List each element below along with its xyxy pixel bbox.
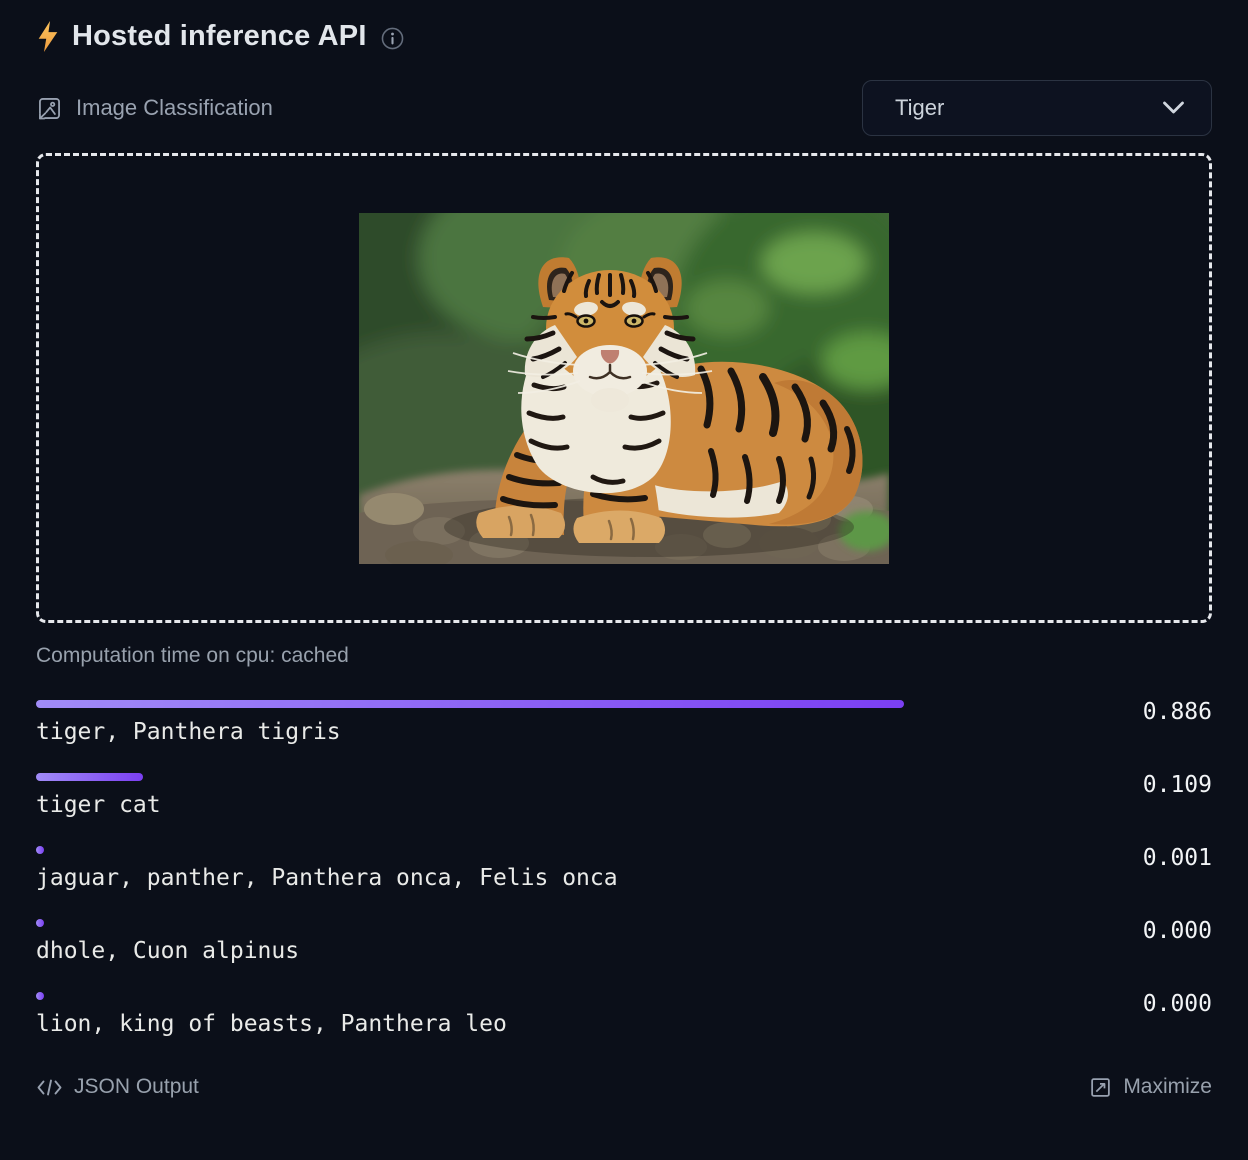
- computation-time: Computation time on cpu: cached: [36, 644, 1212, 668]
- image-classification-icon: [36, 95, 63, 122]
- result-label: lion, king of beasts, Panthera leo: [36, 1011, 1016, 1037]
- result-bar-and-label: tiger cat: [36, 773, 1016, 818]
- result-bar: [36, 700, 904, 708]
- result-label: tiger, Panthera tigris: [36, 719, 1016, 745]
- result-label: jaguar, panther, Panthera onca, Felis on…: [36, 865, 1016, 891]
- result-bar: [36, 846, 44, 854]
- maximize-button[interactable]: Maximize: [1089, 1075, 1212, 1099]
- json-output-label: JSON Output: [74, 1075, 199, 1099]
- result-score: 0.000: [1016, 918, 1212, 944]
- footer: JSON Output Maximize: [36, 1075, 1212, 1099]
- json-output-button[interactable]: JSON Output: [36, 1075, 199, 1099]
- task-label-group: Image Classification: [36, 95, 273, 122]
- result-score: 0.000: [1016, 991, 1212, 1017]
- result-label: dhole, Cuon alpinus: [36, 938, 1016, 964]
- result-row: tiger cat 0.109: [36, 773, 1212, 818]
- results-list: tiger, Panthera tigris 0.886 tiger cat 0…: [36, 700, 1212, 1037]
- task-label: Image Classification: [76, 95, 273, 121]
- result-bar-and-label: jaguar, panther, Panthera onca, Felis on…: [36, 846, 1016, 891]
- header: Hosted inference API: [36, 20, 1212, 53]
- tiger-photo: [359, 213, 889, 564]
- result-bar-and-label: dhole, Cuon alpinus: [36, 919, 1016, 964]
- page-title: Hosted inference API: [72, 20, 367, 53]
- lightning-bolt-icon: [36, 21, 61, 52]
- info-icon[interactable]: [381, 27, 404, 50]
- result-bar-and-label: lion, king of beasts, Panthera leo: [36, 992, 1016, 1037]
- task-row: Image Classification Tiger: [36, 79, 1212, 137]
- code-icon: [36, 1077, 63, 1098]
- result-bar: [36, 992, 44, 1000]
- result-bar: [36, 919, 44, 927]
- result-bar-and-label: tiger, Panthera tigris: [36, 700, 1016, 745]
- result-row: dhole, Cuon alpinus 0.000: [36, 919, 1212, 964]
- result-row: tiger, Panthera tigris 0.886: [36, 700, 1212, 745]
- chevron-down-icon: [1162, 101, 1185, 115]
- result-row: jaguar, panther, Panthera onca, Felis on…: [36, 846, 1212, 891]
- maximize-label: Maximize: [1123, 1075, 1212, 1099]
- result-score: 0.001: [1016, 845, 1212, 871]
- result-score: 0.109: [1016, 772, 1212, 798]
- example-select-value: Tiger: [895, 95, 944, 121]
- result-score: 0.886: [1016, 699, 1212, 725]
- image-dropzone[interactable]: [36, 153, 1212, 623]
- maximize-icon: [1089, 1076, 1112, 1099]
- hosted-inference-api-widget: Hosted inference API Image Classificatio…: [0, 0, 1248, 1160]
- result-row: lion, king of beasts, Panthera leo 0.000: [36, 992, 1212, 1037]
- result-label: tiger cat: [36, 792, 1016, 818]
- example-select[interactable]: Tiger: [862, 80, 1212, 136]
- result-bar: [36, 773, 143, 781]
